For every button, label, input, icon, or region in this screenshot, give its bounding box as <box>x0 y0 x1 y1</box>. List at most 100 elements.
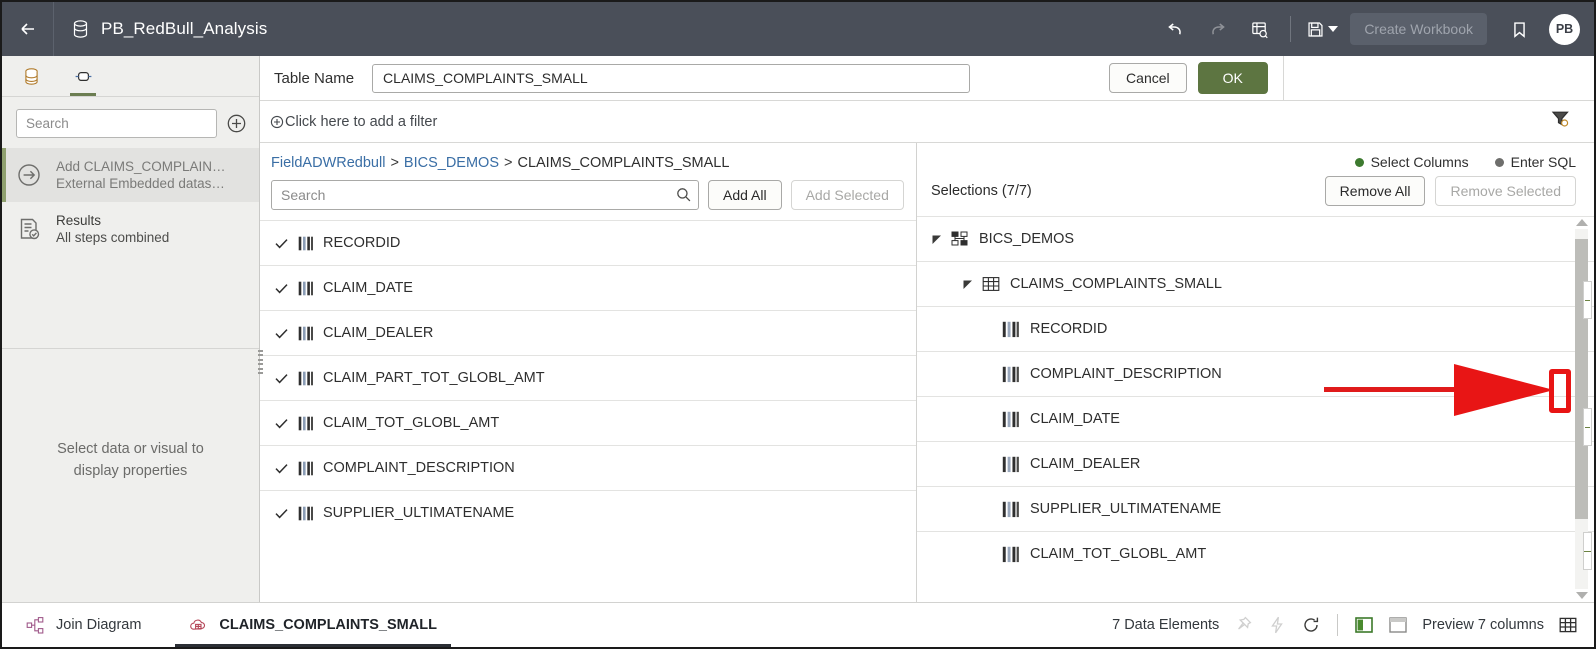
expand-triangle-icon[interactable] <box>962 278 974 290</box>
magnifier-icon[interactable] <box>676 187 691 202</box>
tree-row-schema[interactable]: BICS_DEMOS <box>917 216 1594 261</box>
undo-icon <box>1168 22 1181 34</box>
filter-toggle-button[interactable] <box>1551 110 1571 133</box>
table-icon <box>982 276 1000 292</box>
left-sidebar: Add CLAIMS_COMPLAIN… External Embedded d… <box>2 56 260 602</box>
sidebar-tab-data[interactable] <box>16 56 46 96</box>
auto-apply-button[interactable] <box>1267 615 1287 635</box>
column-row[interactable]: COMPLAINT_DESCRIPTION <box>260 445 916 490</box>
column-row[interactable]: CLAIM_TOT_GLOBL_AMT <box>260 400 916 445</box>
database-icon <box>72 19 89 39</box>
add-selected-button[interactable]: Add Selected <box>790 180 904 210</box>
cancel-button[interactable]: Cancel <box>1109 63 1187 93</box>
add-step-button[interactable] <box>226 113 247 134</box>
tree-row-table[interactable]: CLAIMS_COMPLAINTS_SMALL <box>917 261 1594 306</box>
column-name: CLAIM_DEALER <box>323 325 434 341</box>
checkmark-icon <box>274 416 289 431</box>
avatar[interactable]: PB <box>1549 13 1580 45</box>
column-icon <box>298 371 314 386</box>
expand-triangle-icon[interactable] <box>931 233 943 245</box>
column-row[interactable]: SUPPLIER_ULTIMATENAME <box>260 490 916 535</box>
bookmark-button[interactable] <box>1499 9 1539 49</box>
mode-select-columns[interactable]: Select Columns <box>1354 154 1469 170</box>
empty-message-line-2: display properties <box>73 462 188 479</box>
breadcrumb-item-1[interactable]: BICS_DEMOS <box>404 155 499 171</box>
refresh-icon <box>1304 617 1319 632</box>
sidebar-step-subtitle: All steps combined <box>56 230 170 245</box>
back-button[interactable] <box>2 2 54 56</box>
scroll-down-arrow-icon[interactable] <box>1575 592 1588 599</box>
column-row[interactable]: CLAIM_DATE <box>260 265 916 310</box>
tree-row-column[interactable]: SUPPLIER_ULTIMATENAME <box>917 486 1594 531</box>
sidebar-step-results[interactable]: Results All steps combined <box>2 202 259 256</box>
document-title-group: PB_RedBull_Analysis <box>54 19 267 39</box>
join-diagram-icon <box>26 616 44 634</box>
pin-button[interactable] <box>1233 615 1253 635</box>
available-columns-list: RECORDID CLAIM_DATE CLAIM_DEALER CLAIM_P… <box>260 220 916 602</box>
column-icon <box>1002 501 1020 518</box>
mode-selector: Select Columns Enter SQL <box>917 143 1594 176</box>
mode-enter-sql[interactable]: Enter SQL <box>1494 154 1576 170</box>
breadcrumb-item-0[interactable]: FieldADWRedbull <box>271 155 385 171</box>
add-filter-button[interactable]: Click here to add a filter <box>260 114 437 130</box>
database-icon <box>24 67 38 85</box>
create-workbook-button[interactable]: Create Workbook <box>1350 13 1487 45</box>
column-search-input[interactable] <box>271 180 699 210</box>
save-button[interactable] <box>1302 9 1342 49</box>
checkmark-icon <box>274 281 289 296</box>
bottom-divider <box>1337 614 1339 636</box>
table-name-input[interactable] <box>372 63 971 93</box>
tab-table-claims[interactable]: CLAIMS_COMPLAINTS_SMALL <box>165 603 461 647</box>
chevron-down-icon <box>1328 26 1339 32</box>
column-row[interactable]: CLAIM_DEALER <box>260 310 916 355</box>
breadcrumb-item-2: CLAIMS_COMPLAINTS_SMALL <box>517 155 730 171</box>
tab-join-diagram[interactable]: Join Diagram <box>2 603 165 647</box>
tree-row-column[interactable]: CLAIM_TOT_GLOBL_AMT <box>917 531 1594 576</box>
save-icon <box>1308 21 1323 37</box>
sidebar-tab-prepare[interactable] <box>68 56 98 96</box>
column-icon <box>1002 366 1020 383</box>
arrow-circle-icon <box>15 161 43 189</box>
tree-row-column[interactable]: CLAIM_DATE <box>917 396 1594 441</box>
schema-icon <box>951 231 969 247</box>
tree-row-column[interactable]: COMPLAINT_DESCRIPTION <box>917 351 1594 396</box>
column-row[interactable]: CLAIM_PART_TOT_GLOBL_AMT <box>260 355 916 400</box>
undo-button[interactable] <box>1155 9 1195 49</box>
panel-collapse-handle[interactable] <box>1583 408 1592 446</box>
properties-empty-message: Select data or visual to display propert… <box>2 349 259 602</box>
panel-collapse-handle-highlighted[interactable] <box>1583 532 1592 570</box>
add-all-button[interactable]: Add All <box>708 180 782 210</box>
redo-button[interactable] <box>1197 9 1237 49</box>
sidebar-step-subtitle: External Embedded datas… <box>56 176 225 191</box>
remove-selected-button[interactable]: Remove Selected <box>1435 176 1576 206</box>
panel-collapse-handle[interactable] <box>1583 281 1592 319</box>
tree-row-column[interactable]: RECORDID <box>917 306 1594 351</box>
column-icon <box>298 416 314 431</box>
selections-actions: Remove All Remove Selected <box>1324 176 1576 206</box>
inspect-button[interactable] <box>1239 9 1279 49</box>
tree-row-column[interactable]: CLAIM_DEALER <box>917 441 1594 486</box>
sidebar-search-row <box>2 97 259 148</box>
breadcrumb-separator: > <box>504 155 513 171</box>
remove-all-button[interactable]: Remove All <box>1324 176 1426 206</box>
column-row[interactable]: RECORDID <box>260 220 916 265</box>
selections-tree: BICS_DEMOS CLAIMS_COMPLAINTS_SMALL RECOR… <box>917 216 1594 602</box>
sidebar-step-add-dataset[interactable]: Add CLAIMS_COMPLAIN… External Embedded d… <box>2 148 259 202</box>
ok-button[interactable]: OK <box>1197 62 1268 94</box>
layout-horizontal-button[interactable] <box>1388 615 1408 635</box>
sidebar-search-input[interactable] <box>16 109 217 138</box>
tree-label: CLAIM_TOT_GLOBL_AMT <box>1030 546 1207 562</box>
column-icon <box>298 236 314 251</box>
table-name-actions: Cancel OK <box>1109 62 1268 94</box>
tab-table-claims-label: CLAIMS_COMPLAINTS_SMALL <box>219 617 437 633</box>
scroll-up-arrow-icon[interactable] <box>1575 219 1588 226</box>
body-region: Add CLAIMS_COMPLAIN… External Embedded d… <box>2 55 1594 602</box>
grid-view-button[interactable] <box>1558 615 1578 635</box>
column-icon <box>1002 411 1020 428</box>
column-icon <box>298 506 314 521</box>
layout-vertical-button[interactable] <box>1354 615 1374 635</box>
refresh-button[interactable] <box>1301 615 1321 635</box>
application-window: PB_RedBull_Analysis Create Workbook PB S… <box>0 0 1596 649</box>
sidebar-splitter-handle[interactable] <box>258 350 263 374</box>
tree-label: CLAIMS_COMPLAINTS_SMALL <box>1010 276 1222 292</box>
